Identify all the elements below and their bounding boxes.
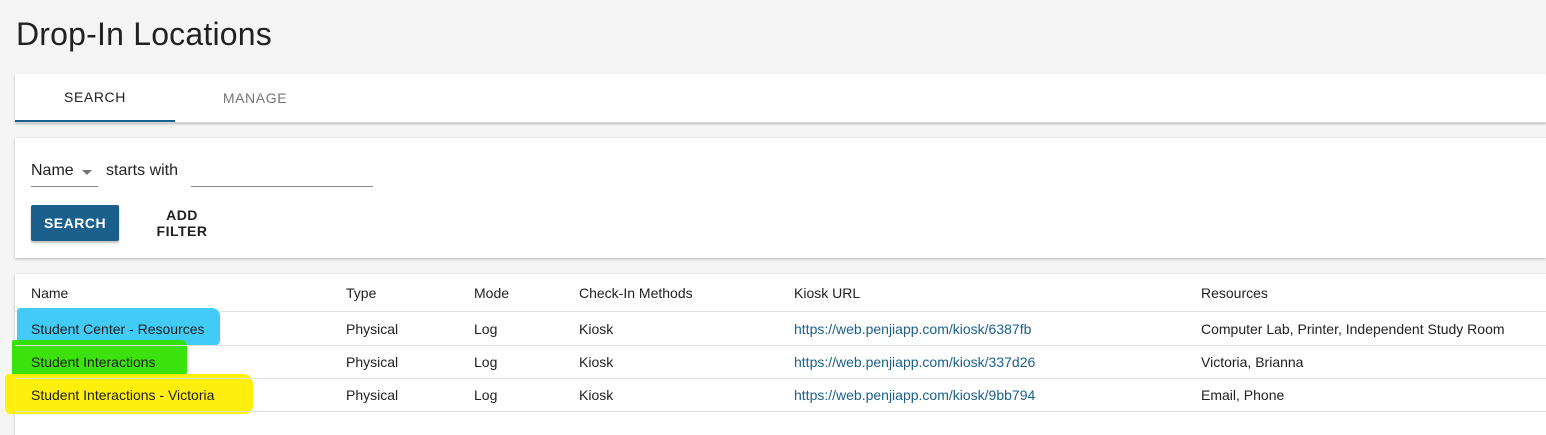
column-header-mode[interactable]: Mode: [474, 274, 509, 311]
kiosk-url-link[interactable]: https://web.penjiapp.com/kiosk/6387fb: [794, 321, 1031, 337]
locations-table: Name Type Mode Check-In Methods Kiosk UR…: [5, 274, 1546, 435]
search-button[interactable]: SEARCH: [31, 205, 119, 241]
cell-check-in-methods: Kiosk: [579, 320, 614, 337]
table-row[interactable]: Student Interactions Physical Log Kiosk …: [15, 345, 1546, 379]
cell-type: Physical: [346, 353, 399, 370]
column-header-name[interactable]: Name: [31, 274, 68, 311]
cell-type: Physical: [346, 320, 399, 337]
cell-check-in-methods: Kiosk: [579, 353, 614, 370]
table-row[interactable]: Student Center - Resources Physical Log …: [15, 312, 1546, 346]
cell-resources: Victoria, Brianna: [1201, 353, 1304, 370]
cell-mode: Log: [474, 386, 498, 403]
chevron-down-icon: [82, 170, 92, 175]
column-header-resources[interactable]: Resources: [1201, 274, 1268, 311]
kiosk-url-link[interactable]: https://web.penjiapp.com/kiosk/337d26: [794, 354, 1035, 370]
cell-name: Student Center - Resources: [31, 320, 205, 337]
column-header-kiosk-url[interactable]: Kiosk URL: [794, 274, 860, 311]
cell-kiosk-url: https://web.penjiapp.com/kiosk/6387fb: [794, 312, 1031, 345]
cell-name: Student Interactions: [31, 353, 156, 370]
filter-field-select[interactable]: Name: [31, 160, 98, 187]
table-header-row: Name Type Mode Check-In Methods Kiosk UR…: [15, 274, 1546, 312]
tab-manage[interactable]: MANAGE: [175, 74, 335, 122]
cell-check-in-methods: Kiosk: [579, 386, 614, 403]
cell-resources: Email, Phone: [1201, 386, 1285, 403]
cell-mode: Log: [474, 320, 498, 337]
search-panel: Name starts with SEARCH ADD FILTER: [15, 138, 1546, 258]
kiosk-url-link[interactable]: https://web.penjiapp.com/kiosk/9bb794: [794, 387, 1035, 403]
cell-type: Physical: [346, 386, 399, 403]
tab-bar: SEARCH MANAGE: [15, 74, 1546, 123]
add-filter-button[interactable]: ADD FILTER: [135, 205, 229, 241]
cell-kiosk-url: https://web.penjiapp.com/kiosk/337d26: [794, 345, 1035, 378]
table-row[interactable]: Student Interactions - Victoria Physical…: [15, 378, 1546, 412]
filter-field-value: Name: [31, 162, 74, 179]
filter-operator-label: starts with: [106, 162, 179, 179]
column-header-check-in-methods[interactable]: Check-In Methods: [579, 274, 693, 311]
cell-name: Student Interactions - Victoria: [31, 386, 215, 403]
cell-mode: Log: [474, 353, 498, 370]
column-header-type[interactable]: Type: [346, 274, 376, 311]
cell-resources: Computer Lab, Printer, Independent Study…: [1201, 320, 1505, 337]
tab-search[interactable]: SEARCH: [15, 74, 175, 122]
filter-value-input[interactable]: [191, 160, 373, 187]
page-title: Drop-In Locations: [16, 16, 272, 52]
cell-kiosk-url: https://web.penjiapp.com/kiosk/9bb794: [794, 378, 1035, 411]
